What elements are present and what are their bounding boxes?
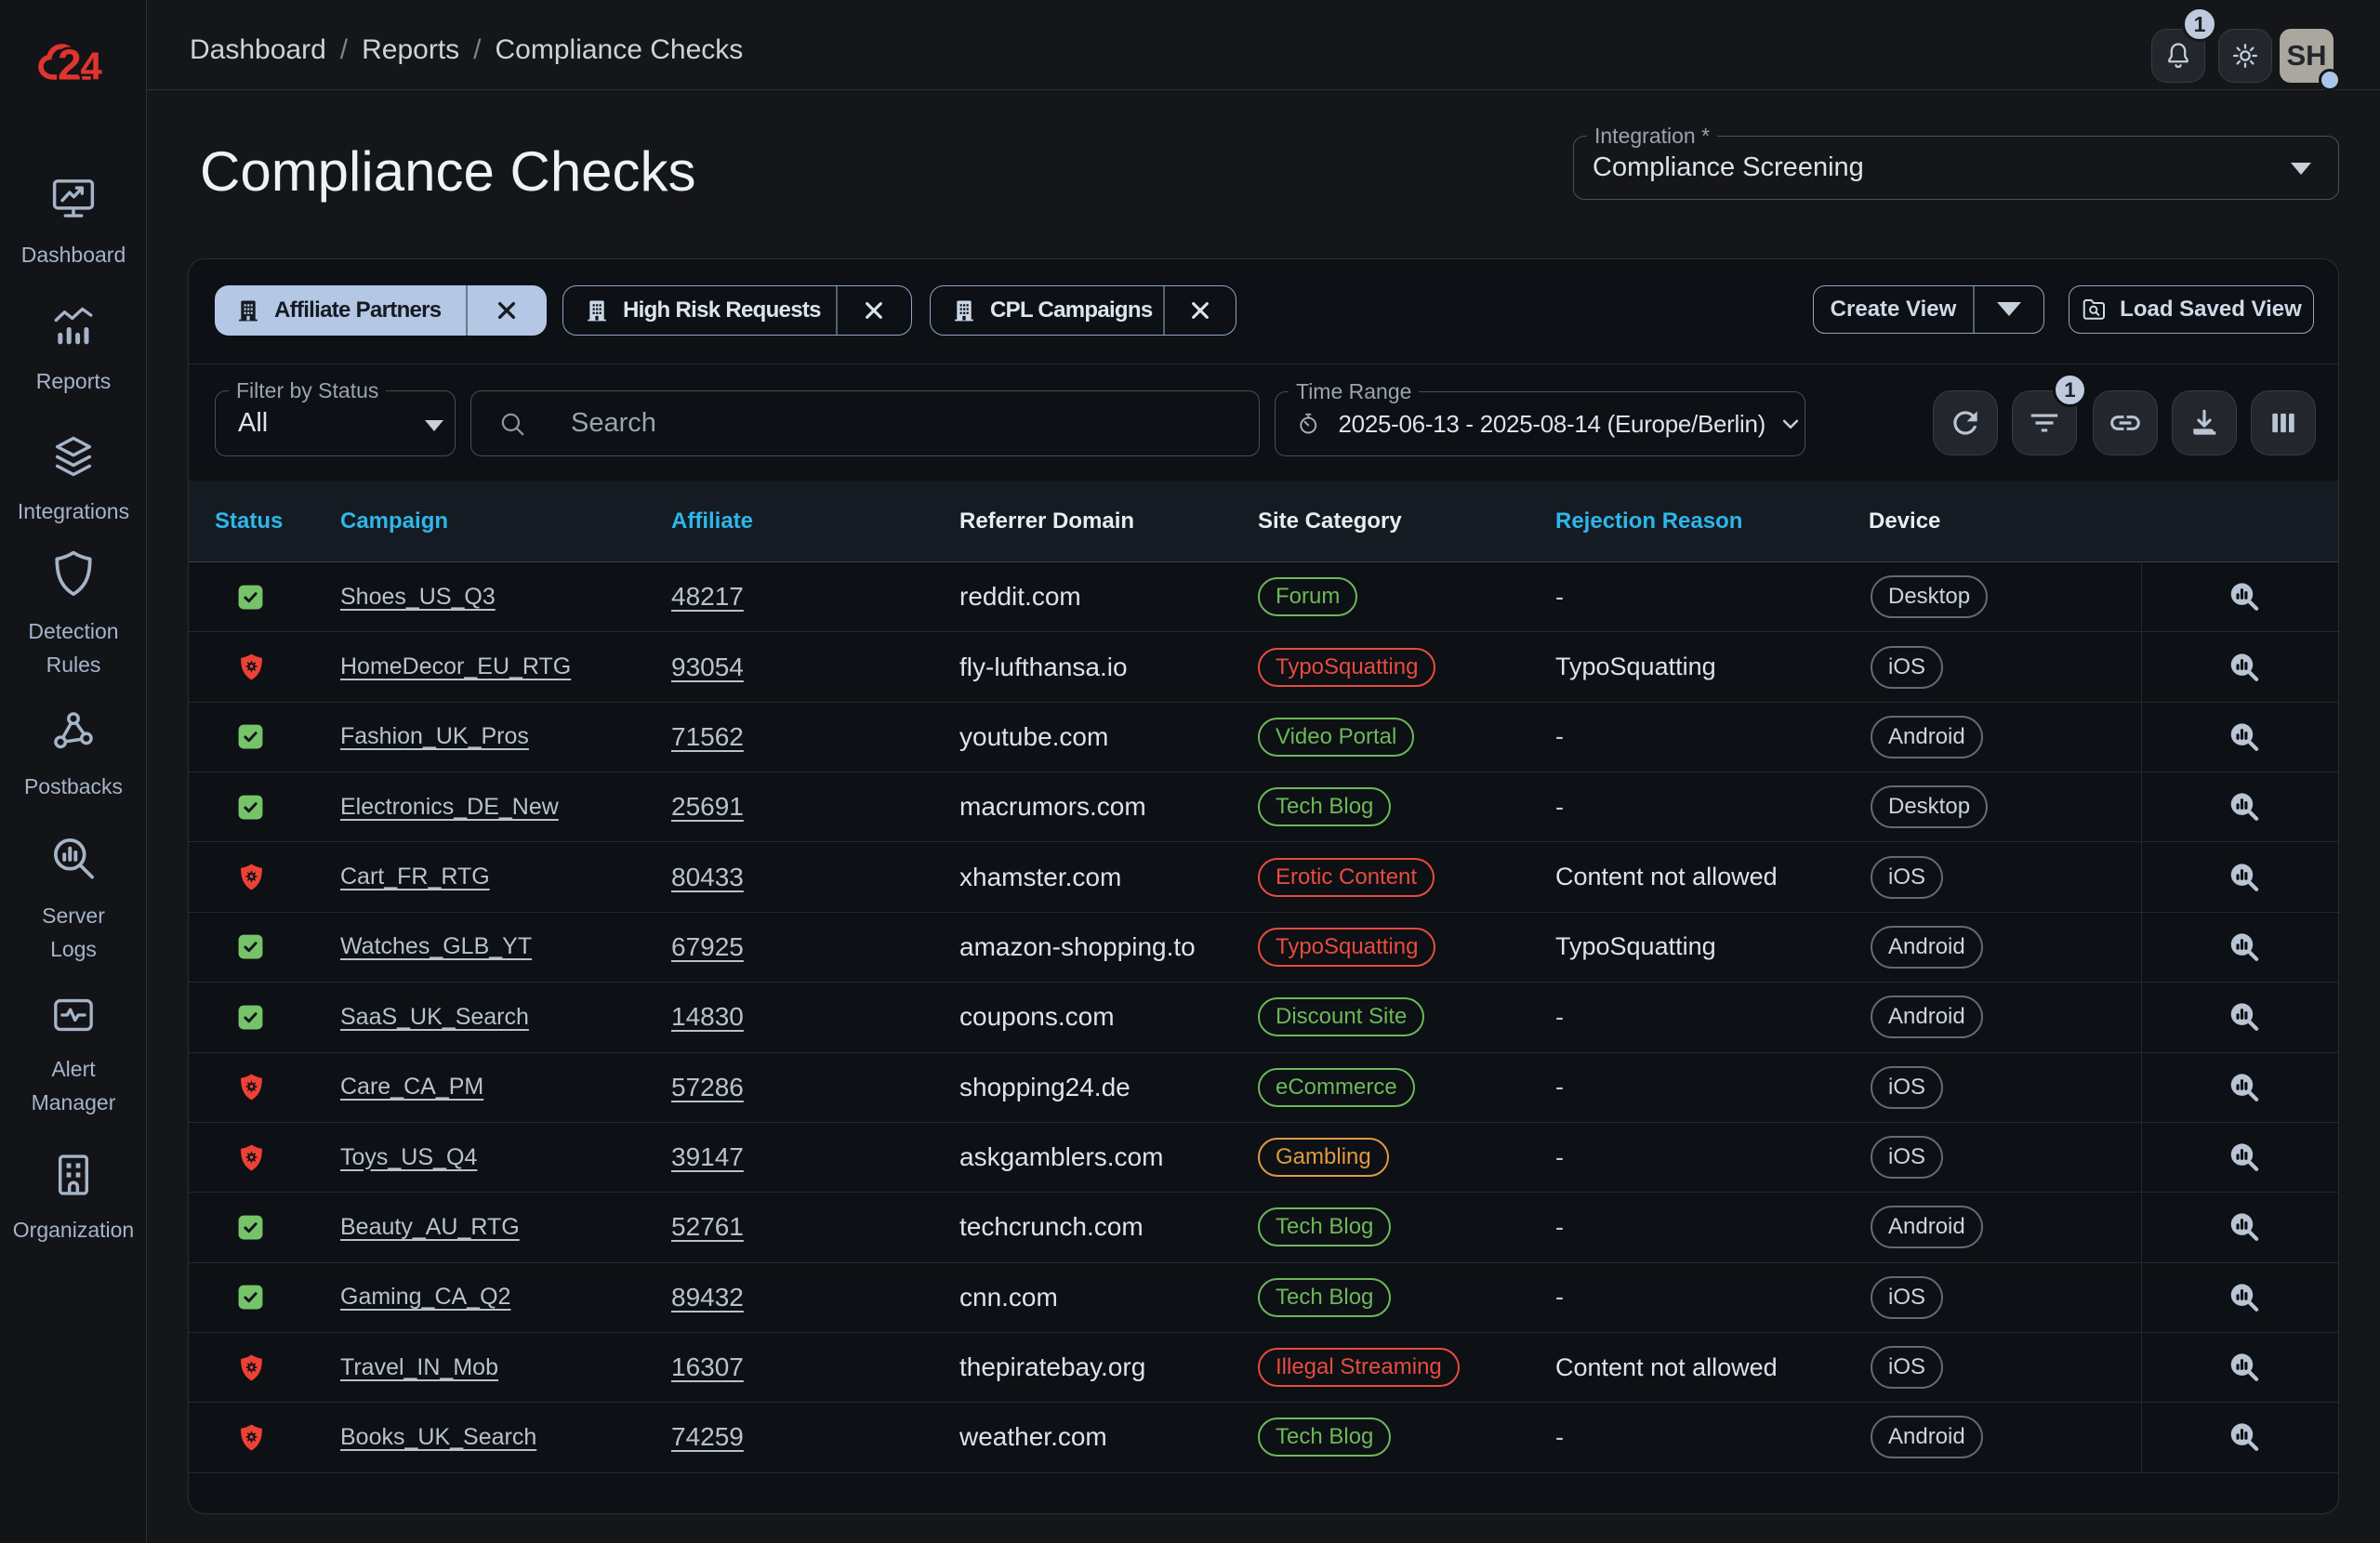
svg-text:4: 4 — [81, 45, 103, 86]
svg-text:2: 2 — [58, 41, 82, 86]
